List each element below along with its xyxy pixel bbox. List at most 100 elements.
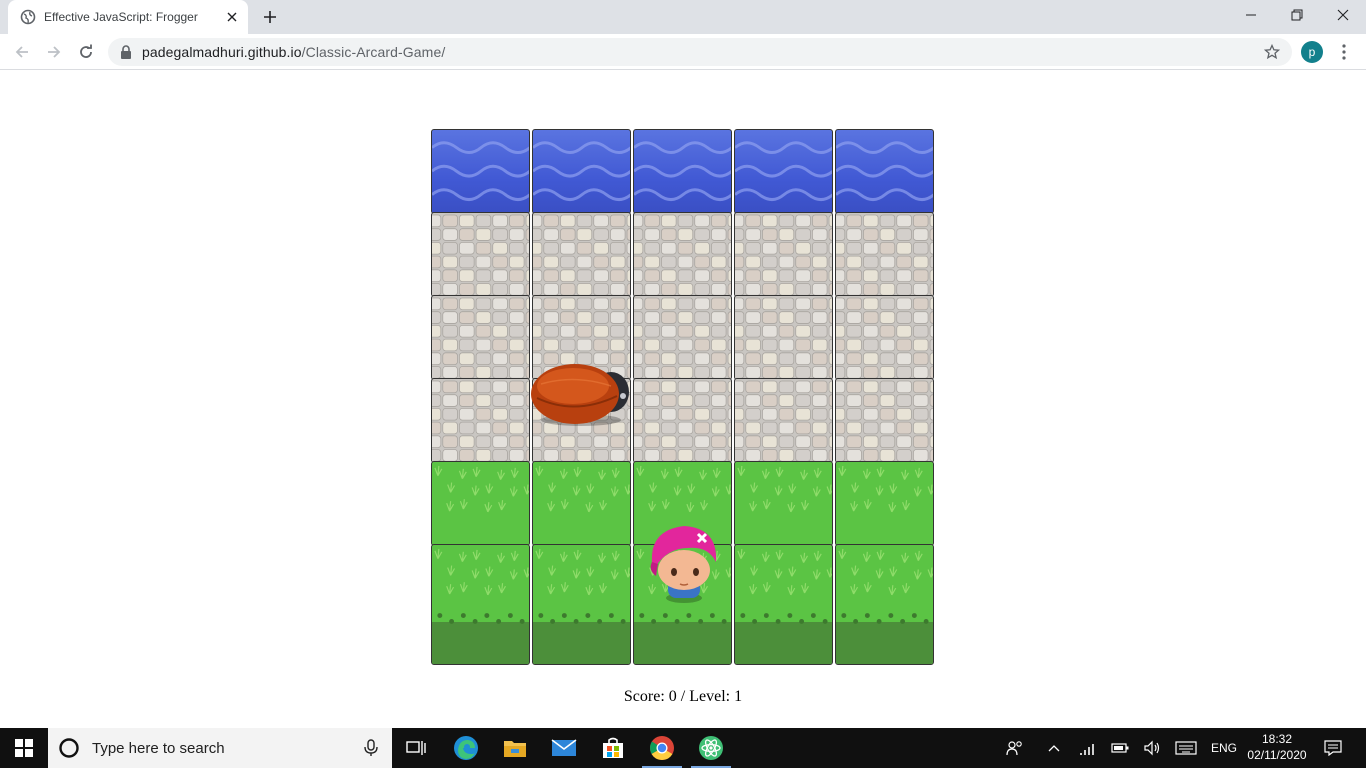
grass-texture xyxy=(737,465,832,513)
browser-tab[interactable]: Effective JavaScript: Frogger xyxy=(8,0,248,34)
chrome-icon[interactable] xyxy=(638,728,686,768)
clock-time: 18:32 xyxy=(1261,732,1293,746)
water-tile xyxy=(431,129,530,214)
stone-tile xyxy=(633,295,732,380)
taskbar-clock[interactable]: 18:32 02/11/2020 xyxy=(1244,731,1310,763)
network-wifi-icon[interactable] xyxy=(1076,728,1100,768)
water-waves xyxy=(634,141,731,202)
stone-tile xyxy=(633,212,732,297)
windows-logo-icon xyxy=(15,739,33,757)
bookmark-star-icon[interactable] xyxy=(1264,44,1280,60)
enemy-bug xyxy=(531,364,629,426)
globe-icon xyxy=(20,9,36,25)
file-explorer-icon[interactable] xyxy=(491,728,539,768)
dirt-strip xyxy=(735,622,832,664)
tab-title: Effective JavaScript: Frogger xyxy=(44,10,198,24)
stone-tile xyxy=(835,295,934,380)
grass-texture xyxy=(838,465,933,513)
stone-tile xyxy=(835,378,934,463)
edge-browser-icon[interactable] xyxy=(442,728,490,768)
stone-tile xyxy=(734,212,833,297)
cortana-circle-icon xyxy=(59,738,79,758)
grass-texture xyxy=(838,548,933,624)
stone-pattern xyxy=(533,214,630,296)
back-button[interactable] xyxy=(10,40,34,64)
url-path: /Classic-Arcard-Game/ xyxy=(301,44,446,60)
clock-date: 02/11/2020 xyxy=(1247,748,1307,762)
stone-pattern xyxy=(836,214,933,296)
stone-pattern xyxy=(735,380,832,462)
grass-tile xyxy=(532,461,631,546)
grass-tile xyxy=(734,461,833,546)
stone-tile xyxy=(532,212,631,297)
minimize-button[interactable] xyxy=(1228,0,1274,30)
profile-avatar[interactable]: p xyxy=(1301,41,1323,63)
dirt-strip xyxy=(836,622,933,664)
close-window-button[interactable] xyxy=(1320,0,1366,30)
action-center-notifications-icon[interactable] xyxy=(1320,728,1346,768)
grass-tile xyxy=(431,544,530,665)
stone-tile xyxy=(633,378,732,463)
input-language-indicator[interactable]: ENG xyxy=(1206,728,1242,768)
water-tile xyxy=(835,129,934,214)
show-hidden-icons-chevron-icon[interactable] xyxy=(1042,728,1066,768)
grass-texture xyxy=(535,465,630,513)
stone-pattern xyxy=(634,380,731,462)
grass-tile xyxy=(835,544,934,665)
stone-pattern xyxy=(836,297,933,379)
lock-icon[interactable] xyxy=(120,45,134,59)
grass-texture xyxy=(434,548,529,624)
close-tab-icon[interactable] xyxy=(222,7,242,27)
stone-pattern xyxy=(432,214,529,296)
battery-icon[interactable] xyxy=(1108,728,1132,768)
stone-tile xyxy=(734,378,833,463)
grass-tile xyxy=(734,544,833,665)
start-button[interactable] xyxy=(0,728,48,768)
stone-pattern xyxy=(634,214,731,296)
tab-strip: Effective JavaScript: Frogger xyxy=(0,0,1366,34)
microsoft-store-icon[interactable] xyxy=(589,728,637,768)
grass-tile xyxy=(431,461,530,546)
stone-tile xyxy=(431,295,530,380)
forward-button[interactable] xyxy=(42,40,66,64)
people-icon[interactable] xyxy=(1002,728,1028,768)
mail-icon[interactable] xyxy=(540,728,588,768)
dirt-strip xyxy=(533,622,630,664)
stone-tile xyxy=(835,212,934,297)
stone-pattern xyxy=(432,297,529,379)
stone-tile xyxy=(431,212,530,297)
water-tile xyxy=(734,129,833,214)
address-bar[interactable]: padegalmadhuri.github.io/Classic-Arcard-… xyxy=(108,38,1292,66)
dirt-strip xyxy=(432,622,529,664)
stone-pattern xyxy=(836,380,933,462)
water-waves xyxy=(836,141,933,202)
reload-button[interactable] xyxy=(74,40,98,64)
grass-texture xyxy=(737,548,832,624)
touch-keyboard-icon[interactable] xyxy=(1172,728,1200,768)
stone-pattern xyxy=(432,380,529,462)
url-text: padegalmadhuri.github.io/Classic-Arcard-… xyxy=(142,44,445,60)
search-placeholder: Type here to search xyxy=(92,739,225,757)
new-tab-button[interactable] xyxy=(258,6,282,28)
grass-tile xyxy=(532,544,631,665)
task-view-icon[interactable] xyxy=(392,728,440,768)
atom-editor-icon[interactable] xyxy=(687,728,735,768)
water-tile xyxy=(633,129,732,214)
water-waves xyxy=(735,141,832,202)
grass-tile xyxy=(835,461,934,546)
stone-pattern xyxy=(735,214,832,296)
water-waves xyxy=(432,141,529,202)
restore-button[interactable] xyxy=(1274,0,1320,30)
score-level-text: Score: 0 / Level: 1 xyxy=(623,688,743,705)
volume-icon[interactable] xyxy=(1140,728,1164,768)
water-tile xyxy=(532,129,631,214)
url-domain: padegalmadhuri.github.io xyxy=(142,44,302,60)
water-waves xyxy=(533,141,630,202)
microphone-icon[interactable] xyxy=(364,739,378,757)
browser-toolbar: padegalmadhuri.github.io/Classic-Arcard-… xyxy=(0,34,1366,70)
more-menu-icon[interactable] xyxy=(1336,42,1352,62)
player-character xyxy=(650,526,717,603)
taskbar-search-box[interactable]: Type here to search xyxy=(48,728,392,768)
dirt-strip xyxy=(634,622,731,664)
stone-pattern xyxy=(634,297,731,379)
